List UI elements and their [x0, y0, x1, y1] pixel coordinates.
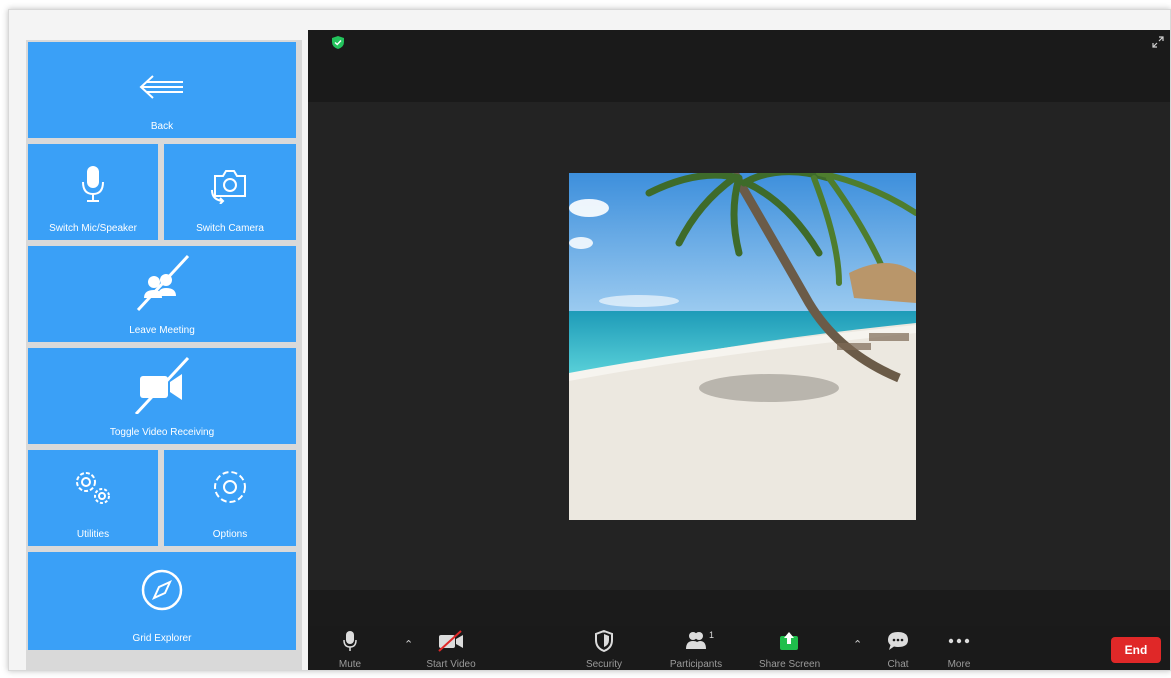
participants-label: Participants [669, 659, 723, 670]
switch-camera-label: Switch Camera [196, 223, 264, 234]
participants-icon [686, 632, 706, 649]
grid-explorer-button[interactable]: Grid Explorer [28, 552, 296, 650]
leave-meeting-icon [136, 254, 190, 312]
switch-camera-icon [211, 170, 246, 204]
app-window: Back Switch Mic/Speaker Switch Camera Le… [8, 9, 1171, 671]
back-button[interactable]: Back [28, 42, 296, 138]
video-off-icon [134, 356, 190, 414]
security-label: Security [585, 659, 623, 670]
grid-panel: Back Switch Mic/Speaker Switch Camera Le… [26, 40, 302, 670]
more-button[interactable]: More [929, 630, 989, 670]
more-dots-icon [948, 638, 970, 644]
participants-count: 1 [709, 630, 715, 640]
grid-explorer-label: Grid Explorer [132, 633, 192, 644]
toggle-video-receiving-button[interactable]: Toggle Video Receiving [28, 348, 296, 444]
microphone-icon [343, 631, 357, 651]
utilities-button[interactable]: Utilities [28, 450, 158, 546]
fullscreen-icon[interactable] [1152, 36, 1164, 48]
start-video-label: Start Video [426, 659, 476, 670]
gear-icon [214, 471, 246, 503]
microphone-icon [82, 166, 104, 202]
compass-icon [141, 569, 183, 611]
more-label: More [947, 659, 971, 670]
toggle-video-receiving-label: Toggle Video Receiving [109, 427, 215, 438]
chat-button[interactable]: Chat [868, 630, 928, 670]
shield-icon [595, 629, 613, 653]
arrow-left-icon [139, 75, 183, 99]
switch-mic-speaker-button[interactable]: Switch Mic/Speaker [28, 144, 158, 240]
meeting-toolbar: Mute ⌃ Start Video Security 1 Participan… [308, 626, 1170, 670]
utilities-label: Utilities [76, 529, 110, 540]
leave-meeting-label: Leave Meeting [129, 325, 195, 336]
video-off-icon [438, 630, 463, 652]
back-label: Back [150, 121, 174, 132]
meeting-top-bar [308, 30, 1170, 102]
options-button[interactable]: Options [164, 450, 296, 546]
gears-icon [76, 472, 110, 504]
meeting-window: Mute ⌃ Start Video Security 1 Participan… [308, 30, 1170, 670]
mute-label: Mute [338, 659, 362, 670]
leave-meeting-button[interactable]: Leave Meeting [28, 246, 296, 342]
participants-button[interactable]: 1 Participants [666, 630, 726, 670]
switch-camera-button[interactable]: Switch Camera [164, 144, 296, 240]
share-screen-icon [780, 632, 798, 650]
mute-button[interactable]: Mute [320, 630, 380, 670]
end-meeting-button[interactable]: End [1111, 637, 1161, 663]
share-screen-label: Share Screen [759, 659, 821, 670]
encryption-shield-icon[interactable] [332, 36, 344, 49]
toolbar-shade [308, 590, 1170, 626]
share-screen-button[interactable]: Share Screen [759, 630, 821, 670]
start-video-button[interactable]: Start Video [421, 630, 481, 670]
options-label: Options [212, 529, 248, 540]
security-button[interactable]: Security [574, 629, 634, 670]
audio-options-caret-icon[interactable]: ⌃ [404, 638, 413, 651]
share-options-caret-icon[interactable]: ⌃ [853, 638, 862, 651]
switch-mic-speaker-label: Switch Mic/Speaker [49, 223, 137, 234]
chat-label: Chat [887, 659, 909, 670]
chat-icon [888, 632, 908, 650]
video-feed-beach [569, 173, 916, 520]
